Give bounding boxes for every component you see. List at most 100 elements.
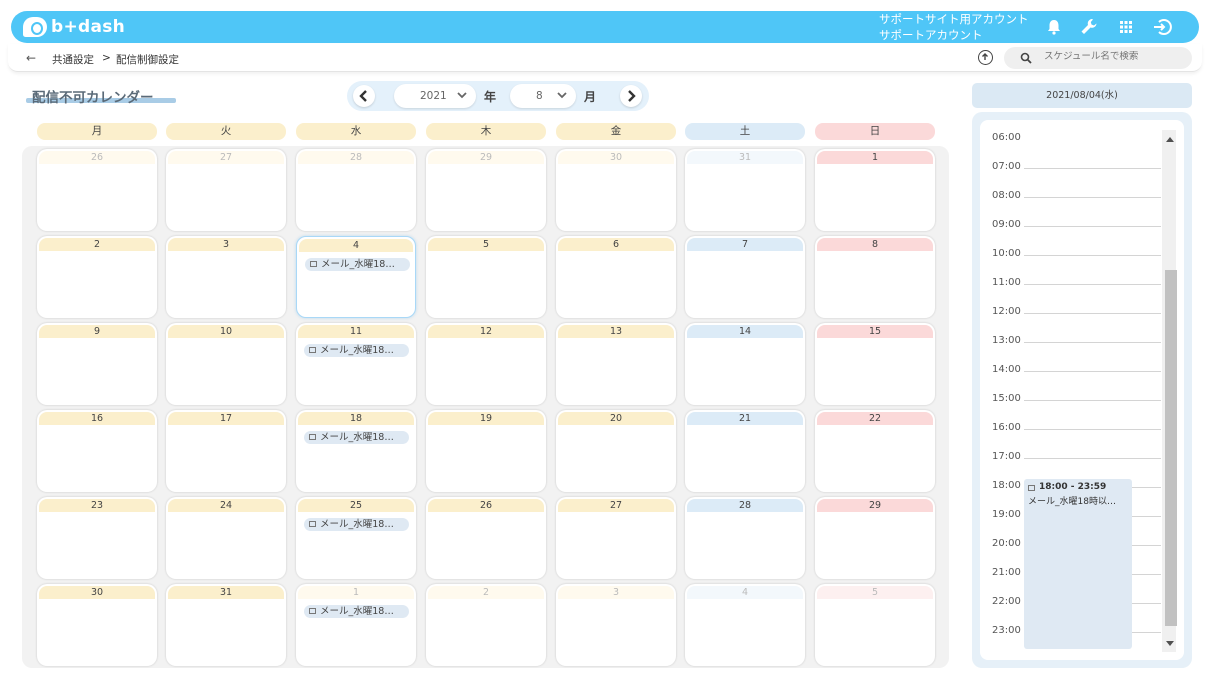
back-arrow-icon[interactable]: ← [26,51,36,65]
logo-icon [23,17,47,37]
day-number: 19 [428,412,544,425]
calendar-day-cell[interactable]: 14 [685,323,805,405]
calendar-day-cell[interactable]: 10 [166,323,286,405]
calendar-day-cell[interactable]: 17 [166,410,286,492]
calendar-day-cell[interactable]: 5 [426,236,546,318]
calendar-day-cell[interactable]: 16 [37,410,157,492]
calendar-day-cell[interactable]: 19 [426,410,546,492]
calendar-event-chip[interactable]: メール_水曜18… [304,518,409,531]
calendar-day-cell[interactable]: 27 [556,497,676,579]
calendar-day-cell[interactable]: 5 [815,584,935,666]
calendar-event-chip[interactable]: メール_水曜18… [305,258,410,271]
hour-label: 23:00 [992,625,1021,636]
month-navigator: 2021 年 8 月 [347,81,649,111]
scroll-down-arrow-icon[interactable] [1166,641,1174,646]
calendar-day-cell[interactable]: 22 [815,410,935,492]
mail-icon [309,347,316,353]
calendar-event-chip[interactable]: メール_水曜18… [304,605,409,618]
month-value: 8 [536,90,543,102]
calendar-day-cell[interactable]: 31 [685,149,805,231]
calendar-day-cell[interactable]: 30 [37,584,157,666]
calendar-day-cell[interactable]: 26 [37,149,157,231]
calendar-day-cell-today[interactable]: 4 メール_水曜18… [296,236,416,318]
calendar-day-cell[interactable]: 25 メール_水曜18… [296,497,416,579]
account-info[interactable]: サポートサイト用アカウント サポートアカウント [879,11,1029,43]
calendar-day-cell[interactable]: 20 [556,410,676,492]
calendar-day-cell[interactable]: 3 [166,236,286,318]
search-input[interactable] [1044,51,1184,62]
wrench-icon[interactable] [1079,17,1099,37]
weekday-header: 金 [556,123,676,140]
hour-label: 15:00 [992,393,1021,404]
timeline-scrollbar[interactable] [1162,130,1177,652]
scroll-to-top-icon[interactable] [978,50,993,65]
calendar-day-cell[interactable]: 27 [166,149,286,231]
calendar-event-label: メール_水曜18… [320,345,394,356]
hour-gridline [1024,429,1161,430]
hour-label: 22:00 [992,596,1021,607]
calendar-day-cell[interactable]: 29 [815,497,935,579]
timeline-event[interactable]: 18:00 - 23:59 メール_水曜18時以… [1024,479,1132,649]
calendar-day-cell[interactable]: 2 [37,236,157,318]
calendar-event-chip[interactable]: メール_水曜18… [304,344,409,357]
grid-icon[interactable] [1116,17,1136,37]
hour-gridline [1024,226,1161,227]
day-number: 18 [298,412,414,425]
bell-icon[interactable] [1044,17,1064,37]
logout-icon[interactable] [1152,17,1172,37]
calendar-day-cell[interactable]: 11 メール_水曜18… [296,323,416,405]
hour-label: 19:00 [992,509,1021,520]
breadcrumb-parent-link[interactable]: 共通設定 [52,52,94,67]
calendar-day-cell[interactable]: 26 [426,497,546,579]
calendar-day-cell[interactable]: 31 [166,584,286,666]
calendar-day-cell[interactable]: 4 [685,584,805,666]
day-number: 4 [687,586,803,599]
calendar-day-cell[interactable]: 29 [426,149,546,231]
calendar-day-cell[interactable]: 8 [815,236,935,318]
calendar-day-cell[interactable]: 2 [426,584,546,666]
calendar-day-cell[interactable]: 1 メール_水曜18… [296,584,416,666]
calendar-day-cell[interactable]: 6 [556,236,676,318]
month-select[interactable]: 8 [510,84,576,108]
calendar-day-cell[interactable]: 30 [556,149,676,231]
hour-label: 08:00 [992,190,1021,201]
year-select[interactable]: 2021 [394,84,476,108]
hour-label: 17:00 [992,451,1021,462]
day-number: 17 [168,412,284,425]
calendar-day-cell[interactable]: 28 [296,149,416,231]
calendar-event-chip[interactable]: メール_水曜18… [304,431,409,444]
day-number: 1 [298,586,414,599]
day-number: 21 [687,412,803,425]
day-number: 28 [687,499,803,512]
calendar-day-cell[interactable]: 21 [685,410,805,492]
scrollbar-thumb[interactable] [1165,270,1177,626]
calendar-day-cell[interactable]: 9 [37,323,157,405]
calendar-day-cell[interactable]: 23 [37,497,157,579]
next-month-button[interactable] [620,85,642,107]
day-number: 9 [39,325,155,338]
logo[interactable]: b+dash [23,16,125,38]
calendar-day-cell[interactable]: 18 メール_水曜18… [296,410,416,492]
day-number: 26 [428,499,544,512]
calendar-day-cell[interactable]: 15 [815,323,935,405]
calendar-day-cell[interactable]: 24 [166,497,286,579]
hour-label: 12:00 [992,306,1021,317]
calendar-day-cell[interactable]: 7 [685,236,805,318]
prev-month-button[interactable] [353,85,375,107]
calendar-day-cell[interactable]: 1 [815,149,935,231]
selected-date-label: 2021/08/04(水) [972,83,1192,108]
mail-icon [309,434,316,440]
scroll-up-arrow-icon[interactable] [1166,137,1174,142]
day-number: 24 [168,499,284,512]
hour-gridline [1024,197,1161,198]
hour-label: 21:00 [992,567,1021,578]
calendar-day-cell[interactable]: 13 [556,323,676,405]
day-number: 8 [817,238,933,251]
hour-label: 16:00 [992,422,1021,433]
calendar-day-cell[interactable]: 28 [685,497,805,579]
hour-label: 20:00 [992,538,1021,549]
day-number: 22 [817,412,933,425]
hour-gridline [1024,313,1161,314]
calendar-day-cell[interactable]: 3 [556,584,676,666]
calendar-day-cell[interactable]: 12 [426,323,546,405]
